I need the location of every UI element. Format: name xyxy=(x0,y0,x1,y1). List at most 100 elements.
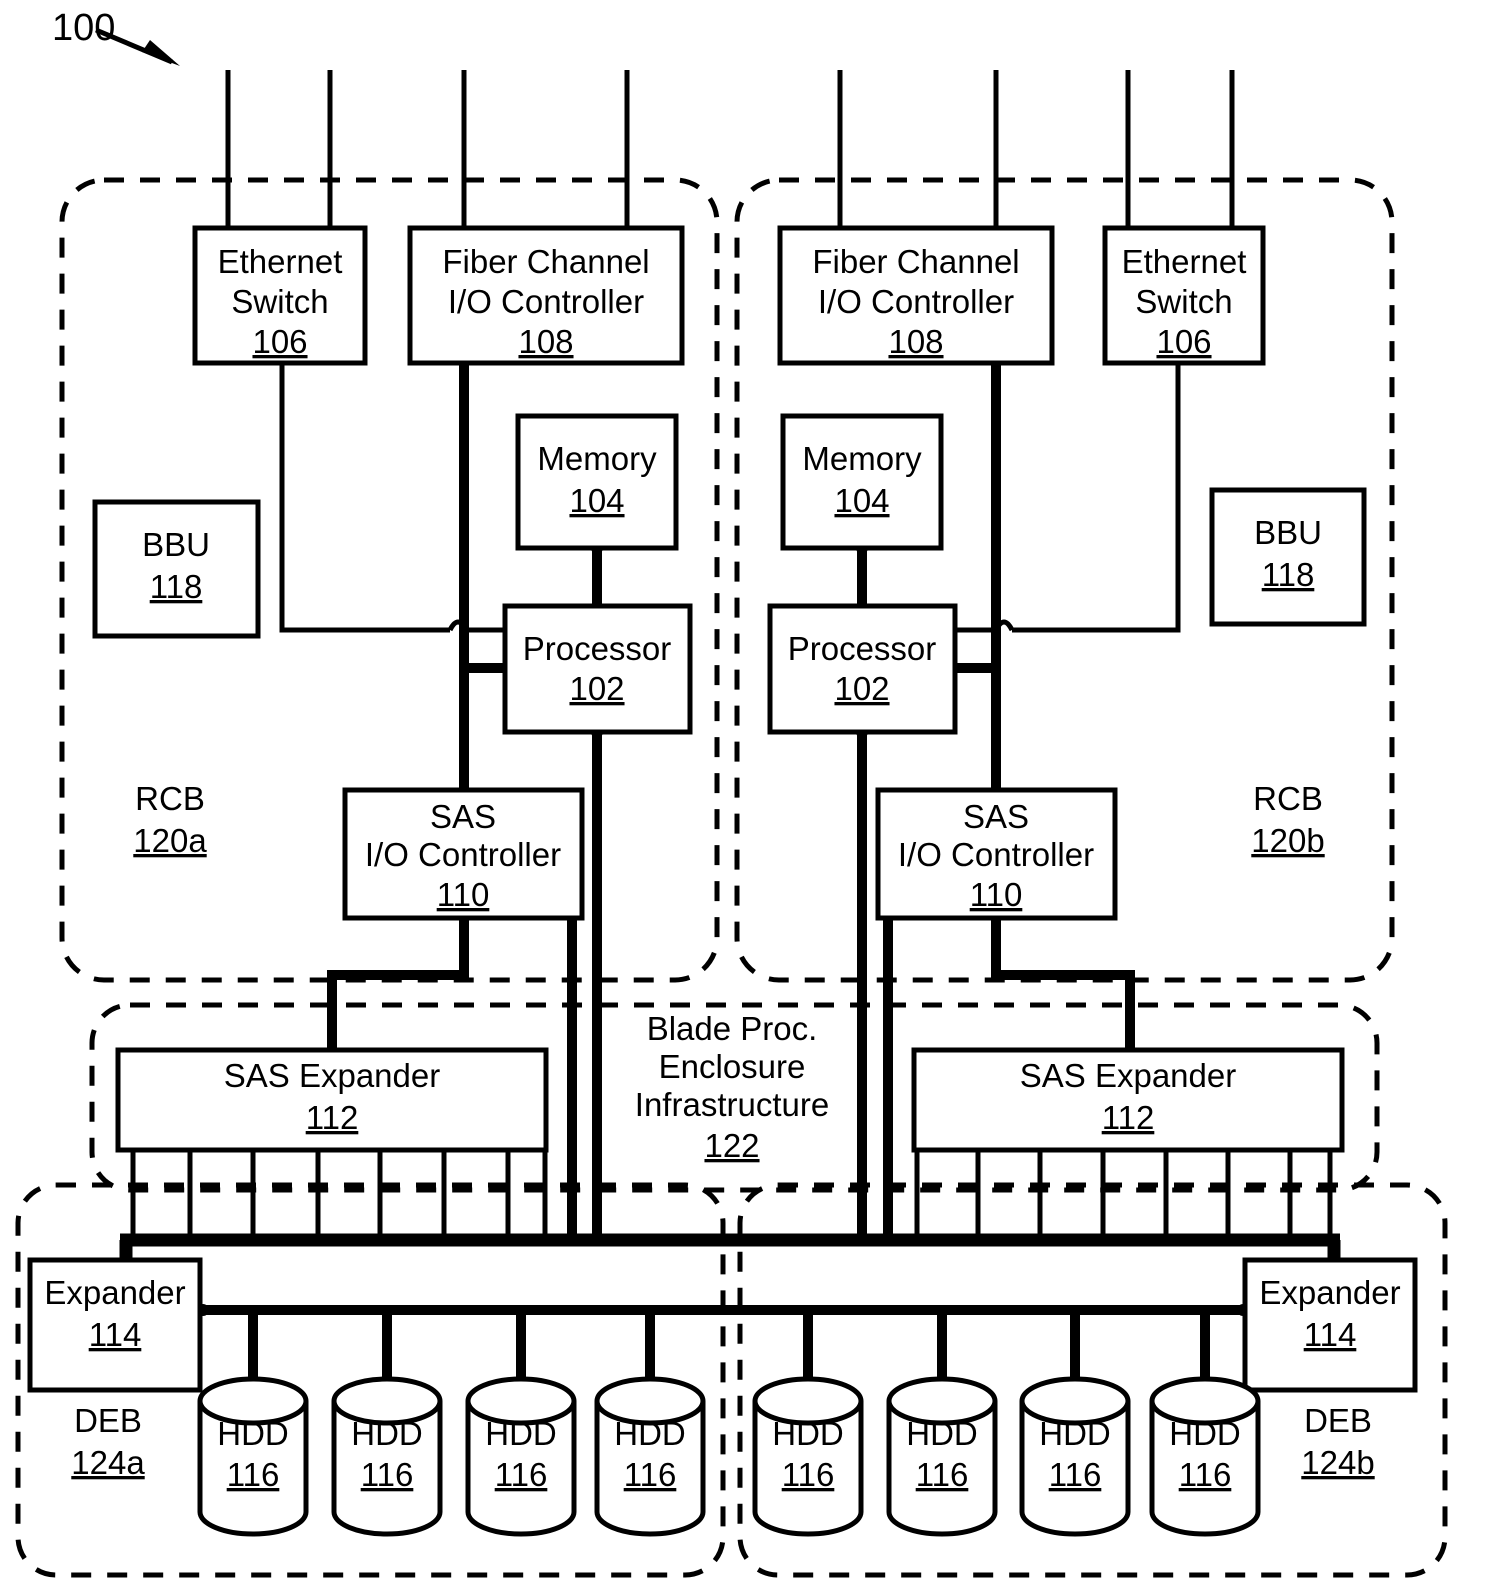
hdd-right-2-label: HDD xyxy=(1039,1415,1111,1452)
expander-right-label: Expander xyxy=(1259,1274,1400,1311)
bbu-right[interactable]: BBU 118 xyxy=(1209,487,1367,627)
fc-right-number: 108 xyxy=(888,323,943,360)
sas-expander-left-number: 112 xyxy=(306,1099,359,1136)
ethernet-switch-right-number: 106 xyxy=(1156,323,1211,360)
system-block-diagram: 100 Ethernet Switch 106 Fiber Channel I/… xyxy=(0,0,1500,1595)
memory-left-label: Memory xyxy=(537,440,657,477)
hdd-right-0[interactable]: HDD 116 xyxy=(752,1376,864,1537)
enclosure-line1: Blade Proc. xyxy=(647,1010,818,1047)
ethernet-switch-left-number: 106 xyxy=(252,323,307,360)
memory-right-number: 104 xyxy=(834,482,889,519)
deb-a-label-group: DEB 124a xyxy=(71,1402,145,1481)
rcb-a-label-group: RCB 120a xyxy=(133,780,207,859)
rcb-b-label: RCB xyxy=(1253,780,1323,817)
expander-left[interactable]: Expander 114 xyxy=(27,1257,203,1393)
sas-io-right-to-expander xyxy=(991,918,1135,1052)
hdd-right-3-number: 116 xyxy=(1179,1456,1232,1493)
fc-left-line1: Fiber Channel xyxy=(442,243,649,280)
processor-left[interactable]: Processor 102 xyxy=(502,603,693,735)
ethernet-switch-right-line2: Switch xyxy=(1135,283,1232,320)
sas-io-controller-left[interactable]: SAS I/O Controller 110 xyxy=(342,787,585,921)
enclosure-line2: Enclosure xyxy=(659,1048,806,1085)
hdd-left-3-number: 116 xyxy=(624,1456,677,1493)
ethernet-switch-right[interactable]: Ethernet Switch 106 xyxy=(1102,225,1266,366)
eth-right-to-processor-wire xyxy=(1012,362,1181,633)
hdd-right-2[interactable]: HDD 116 xyxy=(1019,1376,1131,1537)
hdd-right-1-label: HDD xyxy=(906,1415,978,1452)
sas-expander-left-label: SAS Expander xyxy=(224,1057,440,1094)
eth-left-to-processor-wire xyxy=(279,362,450,633)
figure-arrow-head xyxy=(142,40,180,66)
memory-right[interactable]: Memory 104 xyxy=(780,413,944,551)
deb-a-number: 124a xyxy=(71,1444,145,1481)
hdd-right-drops xyxy=(803,1310,1210,1412)
bbu-right-number: 118 xyxy=(1262,556,1315,593)
hdd-left-0-label: HDD xyxy=(217,1415,289,1452)
ethernet-switch-right-line1: Ethernet xyxy=(1122,243,1247,280)
sas-expander-left-fanout xyxy=(130,1150,548,1240)
hdd-left-3[interactable]: HDD 116 xyxy=(594,1376,706,1537)
deb-a-label: DEB xyxy=(74,1402,142,1439)
hdd-left-0-number: 116 xyxy=(227,1456,280,1493)
ethernet-switch-left-line1: Ethernet xyxy=(218,243,343,280)
sas-expander-left[interactable]: SAS Expander 112 xyxy=(115,1047,549,1153)
expander-left-number: 114 xyxy=(89,1316,142,1353)
hdd-left-0[interactable]: HDD 116 xyxy=(197,1376,309,1537)
hdd-right-0-label: HDD xyxy=(772,1415,844,1452)
memory-left-number: 104 xyxy=(569,482,624,519)
deb-b-label-group: DEB 124b xyxy=(1301,1402,1374,1481)
processor-right-number: 102 xyxy=(834,670,889,707)
sas-io-left-to-expander xyxy=(327,918,469,1052)
sas-expander-right-number: 112 xyxy=(1102,1099,1155,1136)
hdd-left-drops xyxy=(248,1310,655,1412)
hdd-left-2[interactable]: HDD 116 xyxy=(465,1376,577,1537)
fc-left-line2: I/O Controller xyxy=(448,283,644,320)
hdd-left-1[interactable]: HDD 116 xyxy=(331,1376,443,1537)
figure-reference-label: 100 xyxy=(52,7,115,49)
sas-expander-right-label: SAS Expander xyxy=(1020,1057,1236,1094)
bbu-left[interactable]: BBU 118 xyxy=(92,499,261,639)
rcb-b-label-group: RCB 120b xyxy=(1251,780,1324,859)
processor-right[interactable]: Processor 102 xyxy=(767,603,958,735)
processor-right-label: Processor xyxy=(788,630,937,667)
memory-left[interactable]: Memory 104 xyxy=(515,413,679,551)
sas-expander-right[interactable]: SAS Expander 112 xyxy=(911,1047,1345,1153)
sas-io-left-line2: I/O Controller xyxy=(365,836,561,873)
ethernet-switch-left-line2: Switch xyxy=(231,283,328,320)
sas-io-left-line1: SAS xyxy=(430,798,496,835)
hdd-right-0-number: 116 xyxy=(782,1456,835,1493)
hdd-right-1[interactable]: HDD 116 xyxy=(886,1376,998,1537)
hdd-right-1-number: 116 xyxy=(916,1456,969,1493)
expander-right[interactable]: Expander 114 xyxy=(1242,1257,1418,1393)
sas-io-right-line1: SAS xyxy=(963,798,1029,835)
bbu-right-label: BBU xyxy=(1254,514,1322,551)
ethernet-switch-left[interactable]: Ethernet Switch 106 xyxy=(192,225,368,366)
hdd-right-3-label: HDD xyxy=(1169,1415,1241,1452)
deb-b-label: DEB xyxy=(1304,1402,1372,1439)
hdd-left-1-number: 116 xyxy=(361,1456,414,1493)
enclosure-label-group: Blade Proc. Enclosure Infrastructure 122 xyxy=(635,1010,829,1164)
sas-expander-right-fanout xyxy=(914,1150,1333,1240)
hdd-left-2-number: 116 xyxy=(495,1456,548,1493)
fiber-channel-controller-left[interactable]: Fiber Channel I/O Controller 108 xyxy=(407,225,685,366)
enclosure-line3: Infrastructure xyxy=(635,1086,829,1123)
fc-right-line2: I/O Controller xyxy=(818,283,1014,320)
expander-left-label: Expander xyxy=(44,1274,185,1311)
rcb-a-number: 120a xyxy=(133,822,207,859)
fiber-channel-controller-right[interactable]: Fiber Channel I/O Controller 108 xyxy=(777,225,1055,366)
processor-left-number: 102 xyxy=(569,670,624,707)
sas-io-controller-right[interactable]: SAS I/O Controller 110 xyxy=(875,787,1118,921)
sas-io-right-line2: I/O Controller xyxy=(898,836,1094,873)
hdd-left-2-label: HDD xyxy=(485,1415,557,1452)
sas-io-left-number: 110 xyxy=(437,876,490,913)
rcb-b-number: 120b xyxy=(1251,822,1324,859)
hdd-right-2-number: 116 xyxy=(1049,1456,1102,1493)
sas-io-right-number: 110 xyxy=(970,876,1023,913)
memory-right-label: Memory xyxy=(802,440,922,477)
bbu-left-label: BBU xyxy=(142,526,210,563)
enclosure-number: 122 xyxy=(704,1127,759,1164)
hdd-right-3[interactable]: HDD 116 xyxy=(1149,1376,1261,1537)
rcb-a-label: RCB xyxy=(135,780,205,817)
hdd-left-1-label: HDD xyxy=(351,1415,423,1452)
expander-right-number: 114 xyxy=(1304,1316,1357,1353)
